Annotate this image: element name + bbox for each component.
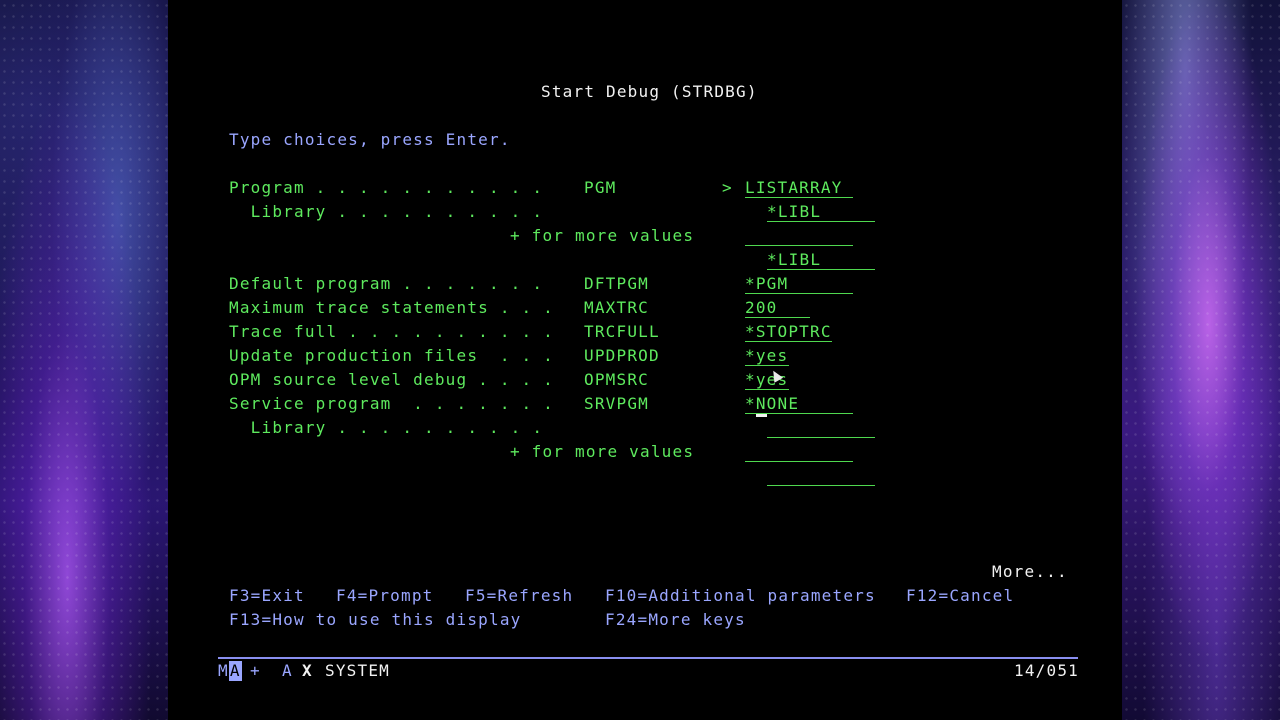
status-system: SYSTEM	[325, 661, 390, 680]
f5-refresh-key[interactable]: F5=Refresh	[465, 586, 573, 606]
f13-help-key[interactable]: F13=How to use this display	[229, 610, 522, 630]
update-prod-field[interactable]: *yes	[745, 346, 789, 366]
max-trace-field[interactable]: 200	[745, 298, 810, 318]
service-library-field[interactable]	[767, 418, 875, 438]
status-ma-indicator: MA	[218, 661, 242, 681]
status-x-icon: X	[302, 661, 313, 680]
more-values-label: + for more values	[510, 226, 695, 245]
left-background-panel	[0, 0, 168, 720]
max-trace-keyword: MAXTRC	[584, 298, 649, 317]
service-library-label: Library . . . . . . . . . .	[229, 418, 544, 437]
instruction-text: Type choices, press Enter.	[229, 130, 511, 149]
opm-source-field[interactable]: *yes	[745, 370, 789, 390]
more-program-field[interactable]	[745, 226, 853, 246]
trace-full-label: Trace full . . . . . . . . . .	[229, 322, 554, 341]
program-label: Program . . . . . . . . . . .	[229, 178, 544, 197]
f12-cancel-key[interactable]: F12=Cancel	[906, 586, 1014, 606]
right-background-panel	[1122, 0, 1280, 720]
service-program-keyword: SRVPGM	[584, 394, 649, 413]
service-program-label: Service program . . . . . . .	[229, 394, 554, 413]
page-title: Start Debug (STRDBG)	[541, 82, 758, 101]
update-prod-keyword: UPDPROD	[584, 346, 660, 365]
status-a: A	[282, 661, 293, 680]
max-trace-label: Maximum trace statements . . .	[229, 298, 554, 317]
f24-more-keys[interactable]: F24=More keys	[605, 610, 746, 630]
f4-prompt-key[interactable]: F4=Prompt	[336, 586, 434, 606]
trace-full-field[interactable]: *STOPTRC	[745, 322, 832, 342]
service-more-values-label: + for more values	[510, 442, 695, 461]
more-library-field[interactable]: *LIBL	[767, 250, 875, 270]
status-divider	[218, 657, 1078, 659]
trace-full-keyword: TRCFULL	[584, 322, 660, 341]
default-program-label: Default program . . . . . . .	[229, 274, 544, 293]
f3-exit-key[interactable]: F3=Exit	[229, 586, 305, 606]
more-service-program-field[interactable]	[745, 442, 853, 462]
program-field[interactable]: LISTARRAY	[745, 178, 853, 198]
service-program-field[interactable]: *NONE	[745, 394, 853, 414]
library-label: Library . . . . . . . . . .	[229, 202, 544, 221]
required-marker: >	[722, 178, 733, 197]
default-program-keyword: DFTPGM	[584, 274, 649, 293]
status-plus: +	[250, 661, 261, 680]
more-service-library-field[interactable]	[767, 466, 875, 486]
default-program-field[interactable]: *PGM	[745, 274, 853, 294]
opm-source-label: OPM source level debug . . . .	[229, 370, 554, 389]
program-keyword: PGM	[584, 178, 617, 197]
opm-source-keyword: OPMSRC	[584, 370, 649, 389]
update-prod-label: Update production files . . .	[229, 346, 554, 365]
program-library-field[interactable]: *LIBL	[767, 202, 875, 222]
f10-additional-parameters-key[interactable]: F10=Additional parameters	[605, 586, 876, 606]
more-indicator: More...	[992, 562, 1068, 581]
cursor-position: 14/051	[1014, 661, 1079, 680]
text-cursor	[756, 414, 767, 417]
